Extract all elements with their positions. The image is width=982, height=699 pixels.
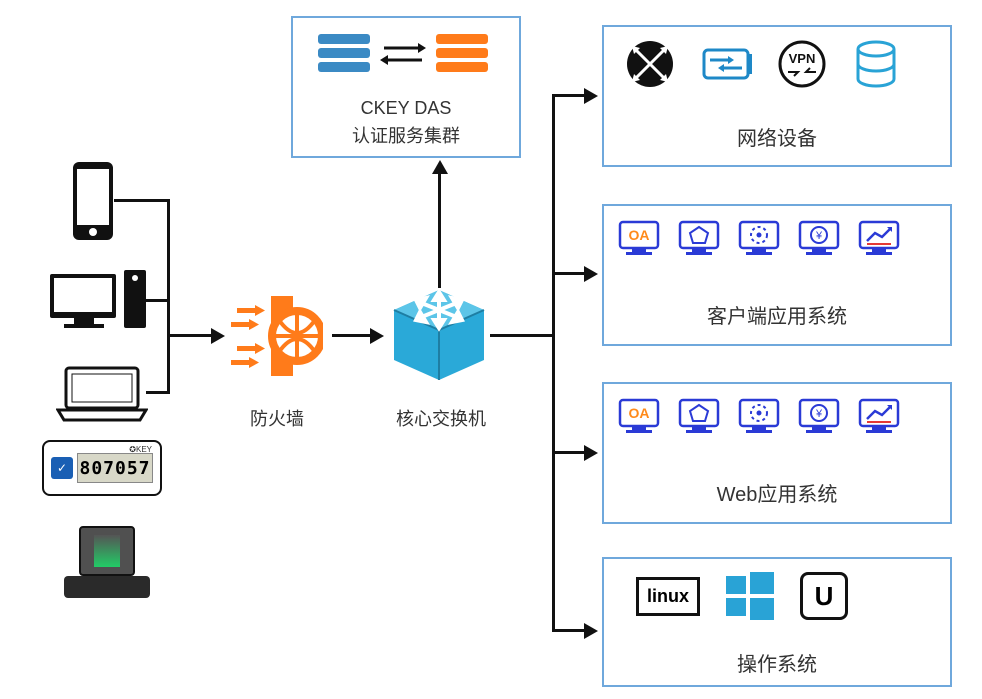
connector bbox=[114, 199, 170, 202]
cluster-label-2: 认证服务集群 bbox=[291, 122, 521, 148]
cluster-label-1: CKEY DAS bbox=[291, 98, 521, 119]
router-icon bbox=[626, 40, 674, 88]
token-device: ✓ 807057 ✪KEY bbox=[42, 440, 162, 496]
token-brand: ✪KEY bbox=[129, 445, 152, 454]
app-target-icon bbox=[738, 218, 780, 260]
oa-app-icon: OA bbox=[618, 396, 660, 438]
svg-text:¥: ¥ bbox=[815, 230, 823, 242]
fingerprint-reader-icon bbox=[64, 526, 150, 596]
connector bbox=[552, 451, 586, 454]
svg-text:¥: ¥ bbox=[815, 408, 823, 420]
svg-text:OA: OA bbox=[629, 227, 650, 243]
arrow-icon bbox=[370, 328, 384, 344]
laptop-icon bbox=[56, 366, 148, 422]
phone-icon bbox=[72, 161, 114, 241]
web-apps-label: Web应用系统 bbox=[602, 478, 952, 507]
database-icon bbox=[854, 40, 902, 88]
unix-icon: U bbox=[800, 572, 848, 620]
arrow-icon bbox=[584, 266, 598, 282]
connector bbox=[332, 334, 372, 337]
connector bbox=[167, 334, 213, 337]
server-stack-blue-icon bbox=[318, 34, 370, 82]
oa-app-icon: OA bbox=[618, 218, 660, 260]
app-target-icon bbox=[738, 396, 780, 438]
connector bbox=[167, 199, 170, 394]
token-screen: 807057 bbox=[77, 453, 153, 483]
connector bbox=[490, 334, 552, 337]
arrow-icon bbox=[432, 160, 448, 174]
firewall-label: 防火墙 bbox=[240, 405, 314, 431]
connector bbox=[552, 272, 586, 275]
svg-text:VPN: VPN bbox=[789, 51, 816, 66]
app-pentagon-icon bbox=[678, 396, 720, 438]
app-chart-icon bbox=[858, 218, 900, 260]
firewall-icon bbox=[231, 296, 323, 376]
sync-arrows-icon bbox=[380, 40, 426, 66]
arrow-icon bbox=[584, 88, 598, 104]
os-label: 操作系统 bbox=[602, 648, 952, 677]
server-stack-orange-icon bbox=[436, 34, 488, 82]
vpn-icon: VPN bbox=[778, 40, 826, 88]
token-badge-icon: ✓ bbox=[51, 457, 73, 479]
app-pentagon-icon bbox=[678, 218, 720, 260]
arrow-icon bbox=[584, 623, 598, 639]
connector bbox=[552, 94, 586, 97]
net-devices-label: 网络设备 bbox=[602, 122, 952, 151]
app-chart-icon bbox=[858, 396, 900, 438]
core-switch-icon bbox=[390, 286, 488, 384]
app-yen-icon: ¥ bbox=[798, 218, 840, 260]
arrow-icon bbox=[584, 445, 598, 461]
connector bbox=[552, 94, 555, 632]
app-yen-icon: ¥ bbox=[798, 396, 840, 438]
arrow-icon bbox=[211, 328, 225, 344]
connector bbox=[438, 172, 441, 288]
windows-icon bbox=[724, 570, 776, 622]
core-switch-label: 核心交换机 bbox=[386, 405, 496, 431]
linux-icon: linux bbox=[636, 577, 700, 616]
svg-text:OA: OA bbox=[629, 405, 650, 421]
switch-device-icon bbox=[702, 40, 750, 88]
connector bbox=[552, 629, 586, 632]
client-apps-label: 客户端应用系统 bbox=[602, 300, 952, 329]
desktop-icon bbox=[50, 270, 148, 332]
